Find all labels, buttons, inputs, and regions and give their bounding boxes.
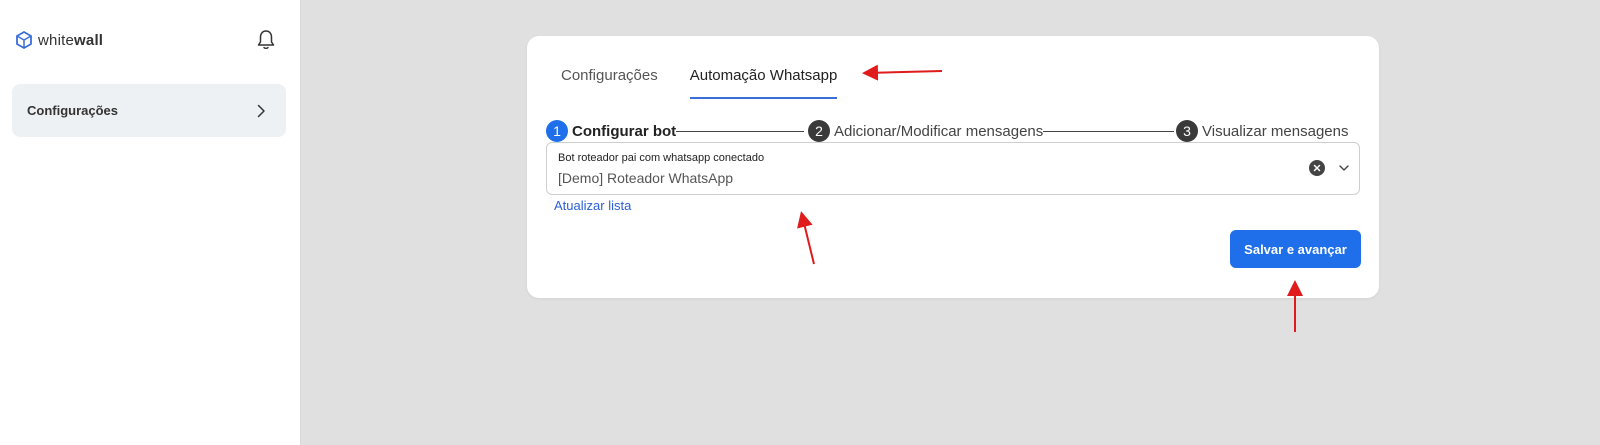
clear-icon[interactable] (1309, 160, 1325, 176)
logo[interactable]: whitewall (14, 30, 103, 50)
sidebar: whitewall Configurações (0, 0, 301, 445)
bot-select-label: Bot roteador pai com whatsapp conectado (558, 152, 765, 164)
step-label: Visualizar mensagens (1202, 122, 1349, 140)
bot-select[interactable]: Bot roteador pai com whatsapp conectado … (546, 142, 1360, 195)
step-adicionar-modificar[interactable]: 2 Adicionar/Modificar mensagens (808, 120, 1044, 142)
step-connector (672, 131, 804, 132)
chevron-right-icon (257, 104, 265, 117)
logo-cube-icon (16, 30, 32, 50)
stepper: 1 Configurar bot 2 Adicionar/Modificar m… (546, 120, 1360, 144)
step-label: Configurar bot (572, 122, 677, 140)
bell-icon[interactable] (254, 28, 278, 52)
tab-automacao-whatsapp[interactable]: Automação Whatsapp (689, 67, 838, 99)
chevron-down-icon[interactable] (1338, 162, 1350, 174)
tab-bar: Configurações Automação Whatsapp (561, 67, 838, 99)
sidebar-item-label: Configurações (27, 103, 119, 118)
sidebar-item-configuracoes[interactable]: Configurações (12, 84, 286, 137)
bot-select-value: [Demo] Roteador WhatsApp (558, 170, 734, 186)
step-number: 1 (546, 120, 568, 142)
tab-configuracoes[interactable]: Configurações (561, 67, 658, 99)
step-number: 3 (1176, 120, 1198, 142)
step-configurar-bot[interactable]: 1 Configurar bot (546, 120, 677, 142)
refresh-list-link[interactable]: Atualizar lista (554, 198, 631, 213)
step-number: 2 (808, 120, 830, 142)
save-and-continue-button[interactable]: Salvar e avançar (1230, 230, 1361, 268)
step-visualizar-mensagens[interactable]: 3 Visualizar mensagens (1176, 120, 1349, 142)
automation-card: Configurações Automação Whatsapp 1 Confi… (527, 36, 1379, 298)
step-label: Adicionar/Modificar mensagens (834, 122, 1044, 140)
logo-text: whitewall (38, 31, 104, 49)
step-connector (1040, 131, 1174, 132)
